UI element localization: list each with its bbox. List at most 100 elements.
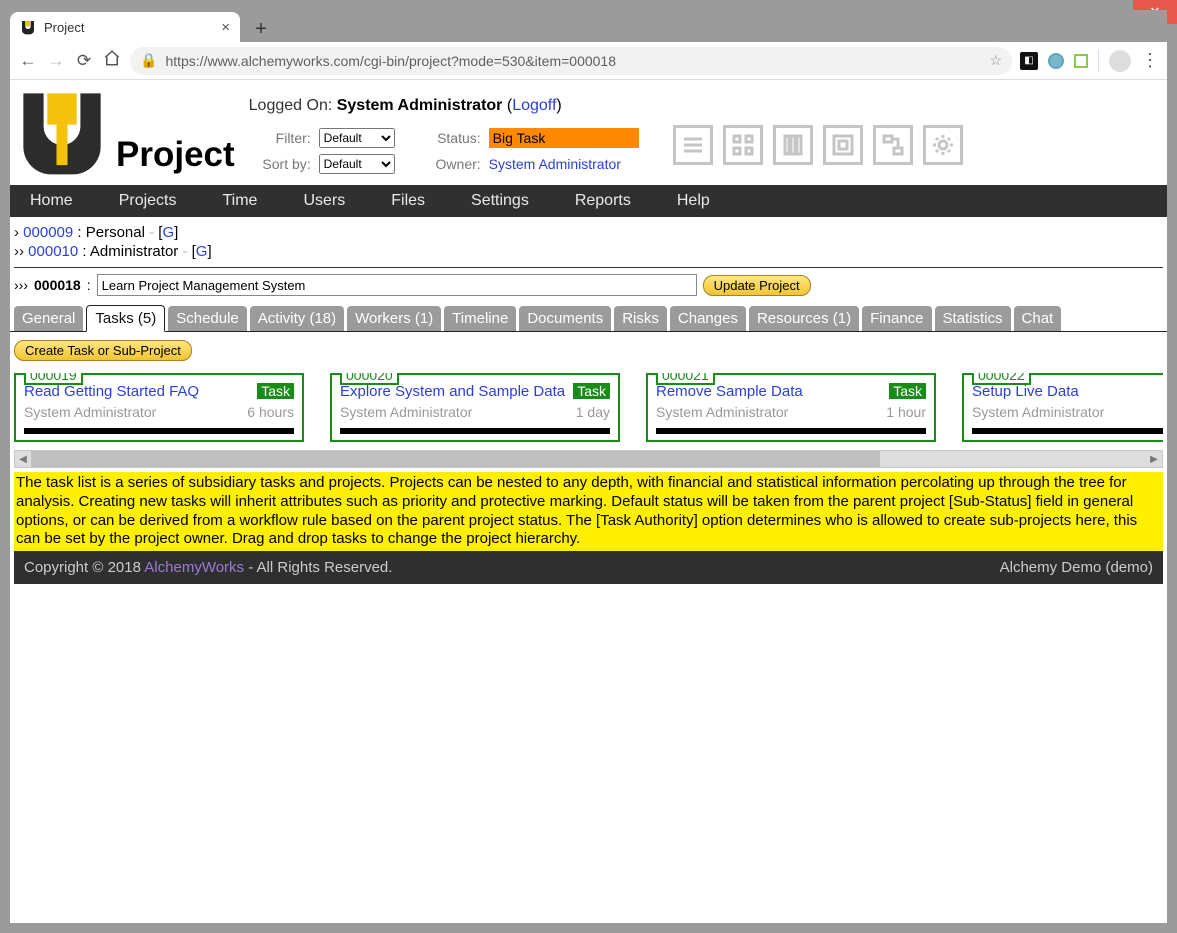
help-banner: The task list is a series of subsidiary … — [14, 472, 1163, 551]
task-owner: System Administrator — [656, 404, 788, 420]
logoff-link[interactable]: Logoff — [512, 97, 556, 114]
task-title-link[interactable]: Read Getting Started FAQ — [24, 383, 199, 400]
tab-statistics[interactable]: Statistics — [935, 306, 1011, 331]
sortby-select[interactable]: Default — [319, 154, 395, 174]
task-card[interactable]: 000021 Remove Sample Data Task System Ad… — [646, 373, 936, 442]
task-title-link[interactable]: Explore System and Sample Data — [340, 383, 565, 400]
tab-resources[interactable]: Resources (1) — [749, 306, 859, 331]
task-title-link[interactable]: Remove Sample Data — [656, 383, 803, 400]
task-badge: Task — [573, 383, 610, 399]
star-icon[interactable]: ☆ — [989, 52, 1002, 69]
browser-menu-icon[interactable]: ⋮ — [1141, 50, 1159, 71]
tab-finance[interactable]: Finance — [862, 306, 931, 331]
tab-documents[interactable]: Documents — [519, 306, 611, 331]
task-title-link[interactable]: Setup Live Data — [972, 383, 1079, 400]
view-grid-icon[interactable] — [723, 125, 763, 165]
scroll-left-icon[interactable]: ◀ — [15, 451, 31, 467]
owner-link[interactable]: System Administrator — [489, 156, 621, 172]
status-value: Big Task — [489, 128, 639, 148]
toolbar-separator — [1098, 50, 1099, 72]
task-owner: System Administrator — [24, 404, 156, 420]
project-id: 000018 — [34, 277, 81, 293]
project-row: ››› 000018 : Update Project — [10, 274, 1167, 304]
horizontal-scrollbar[interactable]: ◀ ▶ — [14, 450, 1163, 468]
profile-avatar-icon[interactable] — [1109, 50, 1131, 72]
tab-changes[interactable]: Changes — [670, 306, 746, 331]
task-card[interactable]: 000020 Explore System and Sample Data Ta… — [330, 373, 620, 442]
extension-icon-3[interactable] — [1074, 54, 1088, 68]
owner-label: Owner: — [419, 156, 481, 172]
view-list-icon[interactable] — [673, 125, 713, 165]
browser-toolbar: ← → ⟳ 🔒 https://www.alchemyworks.com/cgi… — [10, 42, 1167, 80]
new-tab-button[interactable]: + — [248, 16, 274, 42]
task-progress — [24, 428, 294, 434]
tab-close-icon[interactable]: × — [221, 19, 230, 36]
project-tabs: General Tasks (5) Schedule Activity (18)… — [10, 304, 1167, 332]
browser-tabstrip: Project × + — [10, 10, 1167, 42]
view-flow-icon[interactable] — [873, 125, 913, 165]
logged-on-user: System Administrator — [337, 97, 503, 114]
task-number: 000019 — [24, 373, 83, 385]
browser-tab[interactable]: Project × — [10, 12, 240, 42]
lock-icon: 🔒 — [140, 52, 157, 69]
sortby-label: Sort by: — [249, 156, 311, 172]
page-viewport: Project Logged On: System Administrator … — [10, 80, 1167, 923]
view-target-icon[interactable] — [823, 125, 863, 165]
header-info: Logged On: System Administrator (Logoff)… — [249, 97, 963, 181]
favicon-icon — [20, 19, 36, 35]
create-task-button[interactable]: Create Task or Sub-Project — [14, 340, 192, 361]
extension-icon-1[interactable]: ◧ — [1020, 52, 1038, 70]
task-badge: Task — [889, 383, 926, 399]
tab-tasks[interactable]: Tasks (5) — [86, 305, 165, 332]
task-number: 000020 — [340, 373, 399, 385]
breadcrumb-id-link[interactable]: 000010 — [28, 243, 78, 260]
page-footer: Copyright © 2018 AlchemyWorks - All Righ… — [14, 551, 1163, 584]
task-owner: System Administrator — [972, 404, 1104, 420]
nav-projects[interactable]: Projects — [109, 192, 187, 210]
breadcrumb-row: ›› 000010 : Administrator - [G] — [14, 242, 1163, 261]
scroll-right-icon[interactable]: ▶ — [1146, 451, 1162, 467]
task-card[interactable]: 000019 Read Getting Started FAQ Task Sys… — [14, 373, 304, 442]
reload-button[interactable]: ⟳ — [74, 51, 94, 71]
logged-on-label: Logged On: — [249, 97, 333, 114]
footer-company-link[interactable]: AlchemyWorks — [144, 559, 244, 576]
nav-help[interactable]: Help — [667, 192, 720, 210]
nav-files[interactable]: Files — [381, 192, 435, 210]
breadcrumb-g-link[interactable]: G — [162, 224, 174, 241]
tab-risks[interactable]: Risks — [614, 306, 667, 331]
nav-time[interactable]: Time — [212, 192, 267, 210]
update-project-button[interactable]: Update Project — [703, 275, 811, 296]
task-badge: Task — [257, 383, 294, 399]
tab-activity[interactable]: Activity (18) — [250, 306, 344, 331]
nav-settings[interactable]: Settings — [461, 192, 539, 210]
filter-select[interactable]: Default — [319, 128, 395, 148]
tab-schedule[interactable]: Schedule — [168, 306, 247, 331]
project-name-input[interactable] — [97, 274, 697, 296]
tab-chat[interactable]: Chat — [1014, 306, 1062, 331]
tab-general[interactable]: General — [14, 306, 83, 331]
breadcrumb-name: Personal — [86, 224, 145, 241]
address-bar[interactable]: 🔒 https://www.alchemyworks.com/cgi-bin/p… — [130, 47, 1012, 75]
nav-reports[interactable]: Reports — [565, 192, 641, 210]
task-time: 6 hours — [247, 404, 294, 420]
footer-rights: - All Rights Reserved. — [244, 559, 392, 576]
view-columns-icon[interactable] — [773, 125, 813, 165]
settings-icon[interactable] — [923, 125, 963, 165]
breadcrumb-id-link[interactable]: 000009 — [23, 224, 73, 241]
task-progress — [656, 428, 926, 434]
scroll-thumb[interactable] — [31, 451, 880, 467]
extension-icon-2[interactable] — [1048, 53, 1064, 69]
tab-timeline[interactable]: Timeline — [444, 306, 516, 331]
app-title: Project — [116, 135, 235, 181]
nav-users[interactable]: Users — [293, 192, 355, 210]
footer-right: Alchemy Demo (demo) — [1000, 559, 1153, 576]
view-icons — [673, 125, 963, 177]
nav-home[interactable]: Home — [20, 192, 83, 210]
tab-workers[interactable]: Workers (1) — [347, 306, 441, 331]
task-progress — [972, 428, 1163, 434]
task-card[interactable]: 000022 Setup Live Data System Administra… — [962, 373, 1163, 442]
home-button[interactable] — [102, 49, 122, 72]
back-button[interactable]: ← — [18, 51, 38, 71]
breadcrumb-g-link[interactable]: G — [196, 243, 208, 260]
tasks-area: Create Task or Sub-Project 000019 Read G… — [10, 332, 1167, 444]
